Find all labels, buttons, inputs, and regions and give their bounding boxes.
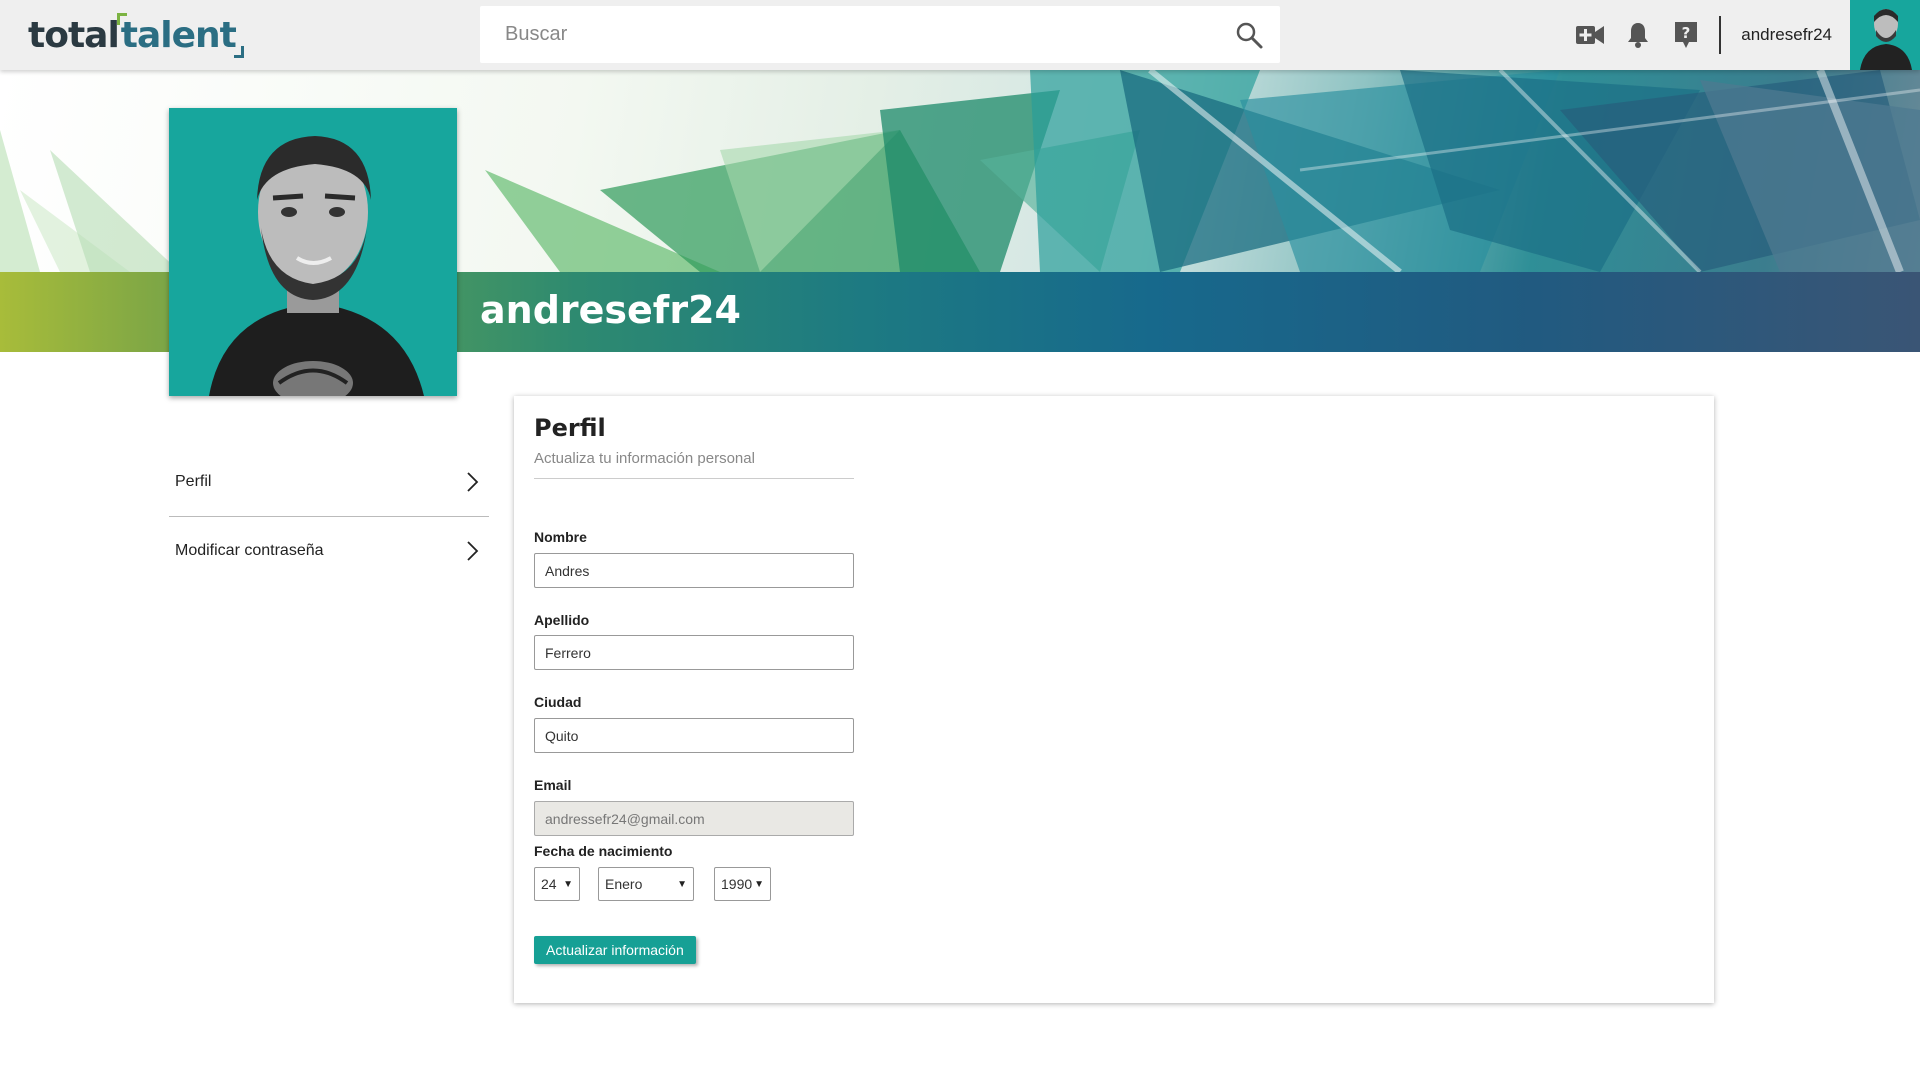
help-button[interactable]: ? bbox=[1671, 20, 1701, 50]
menu-item-modificar-contrasena[interactable]: Modificar contraseña bbox=[169, 516, 489, 584]
logo-bracket-bottom-right bbox=[233, 45, 244, 58]
search-input[interactable] bbox=[480, 6, 1200, 63]
dropdown-arrow-icon: ▼ bbox=[563, 878, 573, 890]
svg-text:?: ? bbox=[1682, 24, 1691, 42]
profile-side-menu: Perfil Modificar contraseña bbox=[169, 448, 489, 584]
birth-year-select[interactable]: 1990 ▼ bbox=[714, 867, 771, 901]
bell-icon bbox=[1628, 23, 1649, 48]
title-divider bbox=[534, 478, 854, 479]
birth-day-value: 24 bbox=[541, 876, 557, 892]
header-avatar[interactable] bbox=[1850, 0, 1920, 70]
ciudad-field[interactable] bbox=[534, 718, 854, 753]
profile-username: andresefr24 bbox=[480, 288, 741, 332]
menu-item-perfil[interactable]: Perfil bbox=[169, 448, 489, 516]
avatar-photo bbox=[1850, 0, 1920, 70]
header-divider bbox=[1719, 16, 1722, 54]
logo-bracket-top-left bbox=[116, 12, 127, 25]
chevron-right-icon bbox=[467, 472, 479, 492]
profile-avatar[interactable] bbox=[169, 108, 457, 396]
header-username[interactable]: andresefr24 bbox=[1741, 25, 1832, 45]
search-icon[interactable] bbox=[1234, 20, 1264, 50]
birth-day-select[interactable]: 24 ▼ bbox=[534, 867, 580, 901]
logo-talent-text: talent bbox=[116, 12, 244, 58]
apellido-field[interactable] bbox=[534, 635, 854, 670]
apellido-label: Apellido bbox=[534, 612, 590, 628]
profile-photo bbox=[169, 108, 457, 396]
birth-year-value: 1990 bbox=[721, 876, 753, 892]
form-title: Perfil bbox=[534, 414, 606, 442]
top-actions: ? andresefr24 bbox=[1557, 0, 1920, 70]
email-field bbox=[534, 801, 854, 836]
birth-month-select[interactable]: Enero ▼ bbox=[598, 867, 694, 901]
dropdown-arrow-icon: ▼ bbox=[754, 878, 764, 890]
notifications-button[interactable] bbox=[1623, 20, 1653, 50]
form-subtitle: Actualiza tu información personal bbox=[534, 450, 755, 467]
logo-total-text: total bbox=[28, 14, 120, 56]
nombre-label: Nombre bbox=[534, 529, 587, 545]
top-bar: total talent Buscar ? andresefr24 bbox=[0, 0, 1920, 70]
ciudad-label: Ciudad bbox=[534, 694, 582, 710]
logo-talent-word: talent bbox=[120, 14, 237, 56]
video-add-icon bbox=[1576, 26, 1605, 44]
nombre-field[interactable] bbox=[534, 553, 854, 588]
help-icon: ? bbox=[1675, 22, 1698, 48]
search-bar bbox=[480, 6, 1280, 63]
update-info-button[interactable]: Actualizar información bbox=[534, 936, 696, 964]
birthdate-label: Fecha de nacimiento bbox=[534, 843, 673, 859]
menu-item-label: Perfil bbox=[175, 473, 212, 490]
email-label: Email bbox=[534, 777, 572, 793]
birth-month-value: Enero bbox=[605, 876, 643, 892]
video-add-button[interactable] bbox=[1575, 20, 1605, 50]
profile-form-card: Perfil Actualiza tu información personal… bbox=[514, 396, 1714, 1003]
dropdown-arrow-icon: ▼ bbox=[677, 878, 687, 890]
totaltalent-logo[interactable]: total talent bbox=[28, 8, 244, 62]
menu-item-label: Modificar contraseña bbox=[175, 541, 324, 559]
chevron-right-icon bbox=[467, 540, 479, 561]
